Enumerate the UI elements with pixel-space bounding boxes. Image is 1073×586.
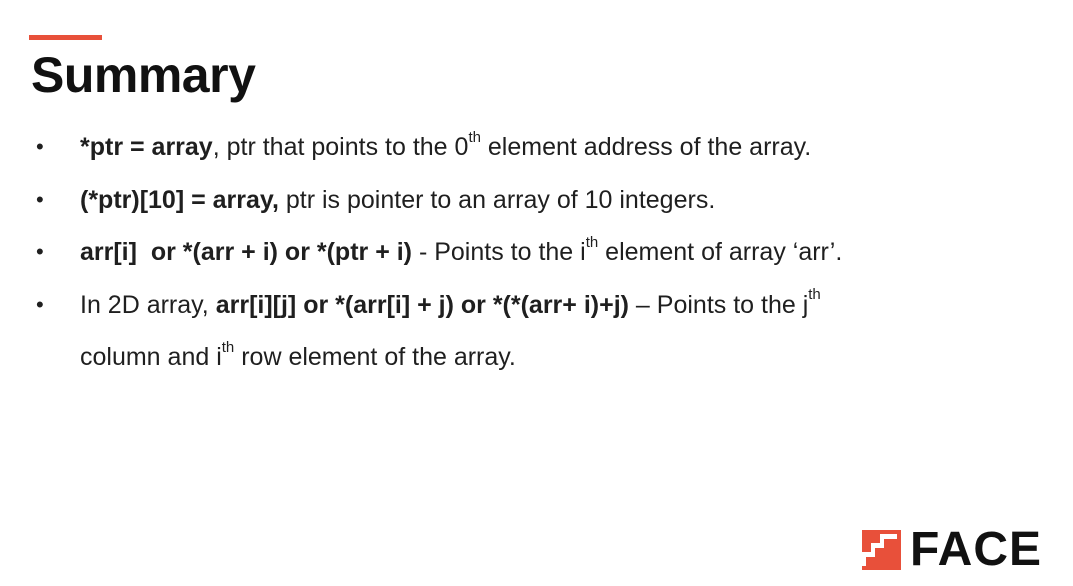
- bullet-text: – Points to the j: [628, 290, 809, 319]
- bullet-item-pointer-to-array: • (*ptr)[10] = array, ptr is pointer to …: [36, 174, 1036, 227]
- bullet-text: element of array ‘arr’.: [598, 238, 843, 266]
- superscript: th: [808, 286, 821, 304]
- bullet-text: ptr is pointer to an array of 10 integer…: [278, 185, 716, 214]
- bullet-marker: •: [36, 239, 44, 264]
- bullet-item-pointer-to-element: • *ptr = array, ptr that points to the 0…: [36, 121, 1036, 174]
- superscript: th: [585, 233, 599, 251]
- face-logo-text: FACE: [910, 523, 1043, 576]
- bullet-code: arr[i][j] or *(arr[i] + j) or *(*(arr+ i…: [215, 290, 629, 319]
- superscript: th: [221, 338, 235, 356]
- bullet-text: element address of the array.: [480, 133, 812, 161]
- bullet-text: row element of the array.: [234, 343, 516, 371]
- bullet-text: column and i: [80, 343, 222, 371]
- bullet-code: (*ptr)[10] = array,: [80, 185, 279, 214]
- bullet-marker: •: [36, 186, 44, 212]
- bullet-text: In 2D array,: [80, 290, 216, 319]
- slide-title: Summary: [31, 47, 256, 103]
- summary-bullet-list: • *ptr = array, ptr that points to the 0…: [36, 121, 1036, 384]
- face-staircase-logo-icon: [862, 530, 901, 570]
- bullet-code: *ptr = array: [80, 133, 213, 161]
- face-logo: FACE: [862, 523, 1043, 576]
- bullet-item-2d-array: • In 2D array, arr[i][j] or *(arr[i] + j…: [36, 279, 1036, 384]
- bullet-item-array-indexing: • arr[i] or *(arr + i) or *(ptr + i) - P…: [36, 226, 1036, 279]
- bullet-marker: •: [36, 291, 44, 317]
- title-accent-bar: [29, 35, 102, 40]
- bullet-code: arr[i] or *(arr + i) or *(ptr + i): [80, 238, 413, 266]
- bullet-text: , ptr that points to the 0: [212, 133, 469, 161]
- bullet-marker: •: [36, 134, 44, 159]
- superscript: th: [468, 128, 481, 146]
- bullet-text: - Points to the i: [412, 238, 586, 266]
